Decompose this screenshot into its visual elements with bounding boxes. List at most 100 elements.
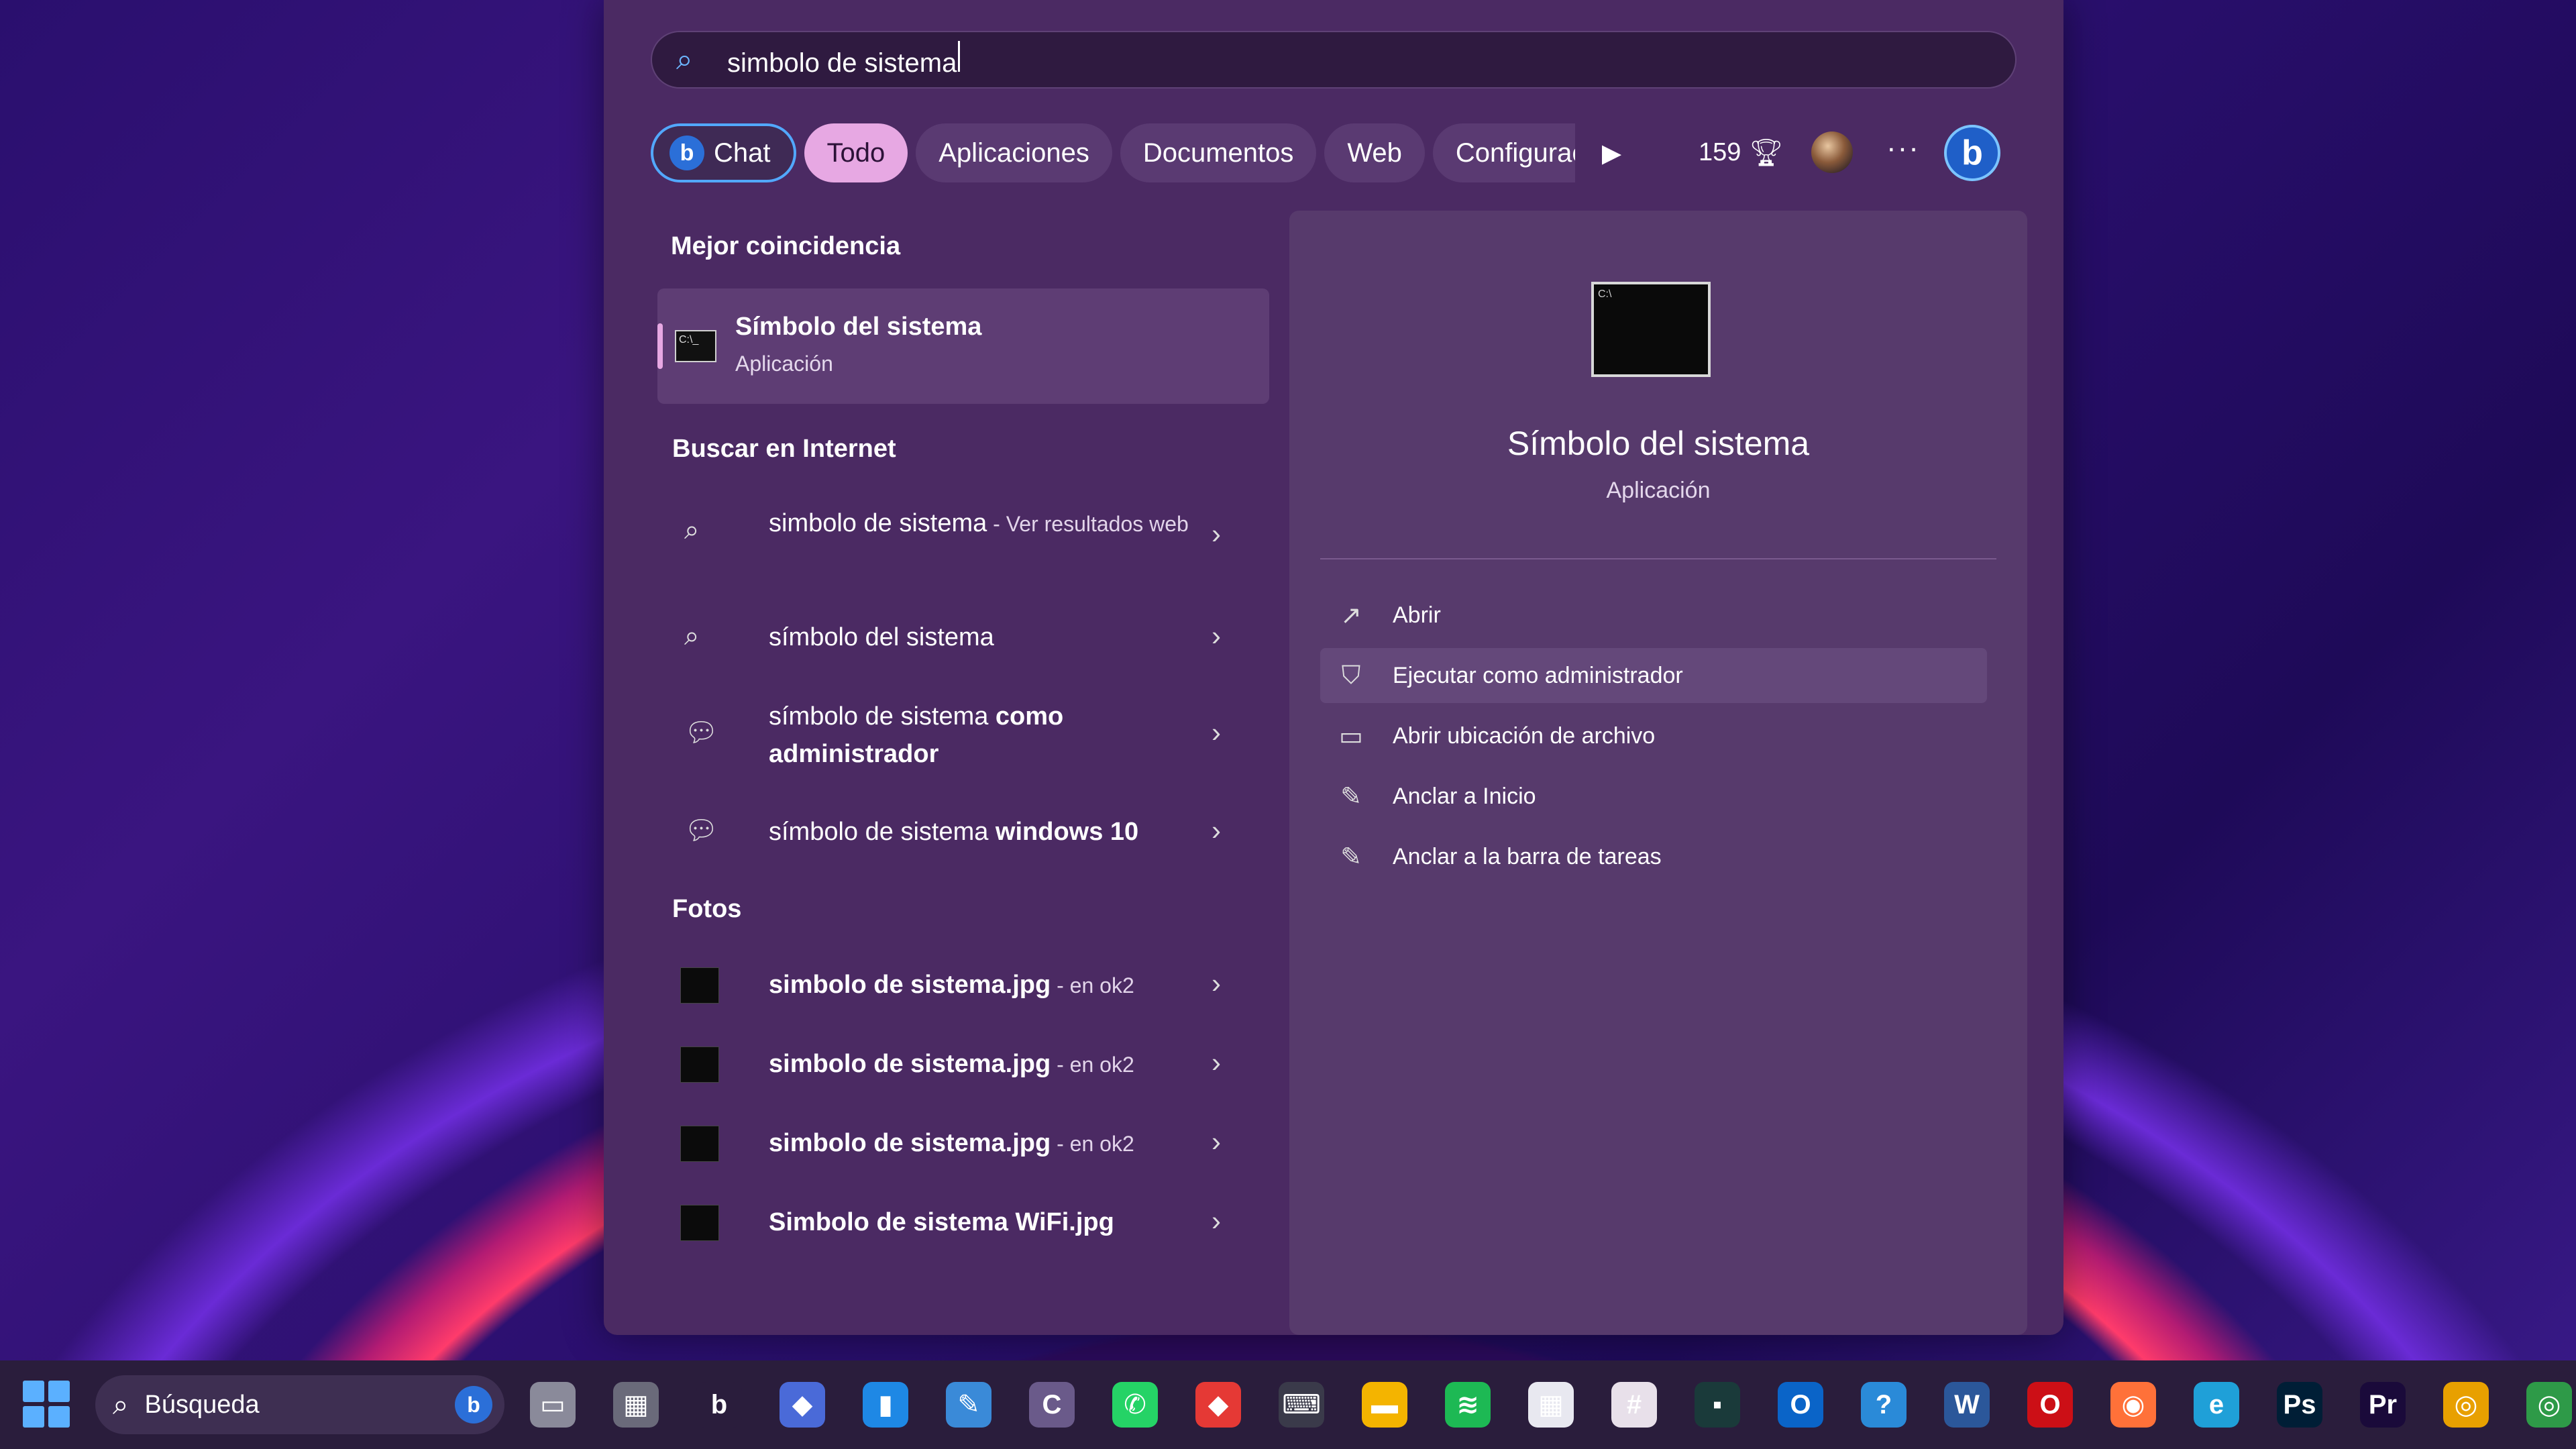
web-result-item[interactable]: ⌕ simbolo de sistema - Ver resultados we…: [671, 504, 1261, 578]
pin-icon: ✎: [1340, 782, 1362, 811]
tab-configuracion-label: Configurac: [1455, 138, 1575, 168]
tab-web[interactable]: Web: [1324, 123, 1425, 182]
spotify-icon[interactable]: ≋: [1445, 1382, 1491, 1428]
tab-chat-label: Chat: [714, 138, 771, 168]
taskbar: ⌕ Búsqueda b ▭ ▦ b ◆ ▮ ✎ C ✆ ◆ ⌨ ▬ ≋ ▦ # ▪ O? W O ◉ e Ps Pr ◎ ◎: [0, 1360, 2576, 1449]
photo-location: - en ok2: [1051, 1053, 1134, 1077]
opera-icon[interactable]: O: [2027, 1382, 2073, 1428]
more-options-icon[interactable]: ···: [1886, 131, 1920, 165]
action-pin-taskbar-label: Anclar a la barra de tareas: [1393, 843, 1662, 869]
action-open-file-location[interactable]: ▭ Abrir ubicación de archivo: [1320, 708, 1987, 763]
app-c-icon[interactable]: C: [1029, 1382, 1075, 1428]
photo-thumbnail: [680, 1046, 719, 1083]
search-icon: ⌕: [676, 43, 693, 76]
file-explorer-icon[interactable]: ▬: [1362, 1382, 1407, 1428]
chevron-right-icon: ›: [1212, 620, 1221, 651]
action-pin-taskbar[interactable]: ✎ Anclar a la barra de tareas: [1320, 829, 1987, 884]
windows-start-icon[interactable]: [23, 1381, 70, 1428]
slack-icon[interactable]: #: [1611, 1382, 1657, 1428]
anydesk-icon[interactable]: ◆: [1195, 1382, 1241, 1428]
start-search-panel: ⌕ simbolo de sistema b Chat Todo Aplicac…: [604, 0, 2063, 1335]
chevron-right-icon: ›: [1212, 1205, 1221, 1236]
calculator-icon[interactable]: ▦: [613, 1382, 659, 1428]
bing-icon: b: [669, 136, 704, 170]
best-match-item[interactable]: C:\_ Símbolo del sistema Aplicación: [657, 288, 1269, 404]
tab-aplicaciones-label: Aplicaciones: [938, 138, 1089, 168]
edge-icon[interactable]: e: [2194, 1382, 2239, 1428]
command-prompt-icon: C:\_: [675, 330, 716, 362]
photo-name: simbolo de sistema.jpg: [769, 971, 1051, 999]
word-icon[interactable]: W: [1944, 1382, 1990, 1428]
filter-tabs: b Chat Todo Aplicaciones Documentos Web …: [651, 122, 1621, 184]
rewards-points[interactable]: 159 🏆︎: [1699, 137, 1783, 168]
chevron-right-icon: ›: [1212, 518, 1221, 549]
photo-result-item[interactable]: Simbolo de sistema WiFi.jpg ›: [671, 1203, 1261, 1244]
photo-result-item[interactable]: simbolo de sistema.jpg - en ok2 ›: [671, 1045, 1261, 1085]
photo-thumbnail: [680, 1126, 719, 1162]
bing-chat-button[interactable]: b: [1944, 125, 2000, 181]
search-box[interactable]: ⌕ simbolo de sistema: [651, 31, 2017, 89]
web-result-item[interactable]: 💬︎ símbolo de sistema windows 10 ›: [671, 813, 1261, 853]
search-icon: ⌕: [684, 515, 700, 545]
action-open-file-location-label: Abrir ubicación de archivo: [1393, 722, 1656, 749]
tab-aplicaciones[interactable]: Aplicaciones: [916, 123, 1112, 182]
web-result-text: símbolo del sistema: [769, 623, 994, 651]
photo-location: - en ok2: [1051, 973, 1134, 998]
chrome-profile-icon[interactable]: ◎: [2526, 1382, 2572, 1428]
bing-icon[interactable]: b: [696, 1382, 742, 1428]
terminal-icon[interactable]: ▪: [1695, 1382, 1740, 1428]
folder-icon: ▭: [1339, 722, 1363, 751]
keyboard-icon[interactable]: ⌨: [1279, 1382, 1324, 1428]
photo-name: simbolo de sistema.jpg: [769, 1050, 1051, 1078]
best-match-subtitle: Aplicación: [735, 352, 833, 376]
photo-result-item[interactable]: simbolo de sistema.jpg - en ok2 ›: [671, 966, 1261, 1006]
web-result-item[interactable]: ⌕ símbolo del sistema ›: [671, 619, 1261, 659]
taskbar-search[interactable]: ⌕ Búsqueda b: [95, 1375, 504, 1434]
search-input[interactable]: simbolo de sistema: [727, 41, 1935, 78]
action-pin-start[interactable]: ✎ Anclar a Inicio: [1320, 769, 1987, 824]
selection-accent: [657, 323, 663, 369]
store-icon[interactable]: ▦: [1528, 1382, 1574, 1428]
command-prompt-large-icon: C:\: [1591, 282, 1711, 377]
chevron-right-icon: ›: [1212, 716, 1221, 748]
tab-configuracion[interactable]: Configurac: [1432, 123, 1575, 182]
bing-icon: b: [455, 1386, 492, 1424]
chat-bubble-icon: 💬︎: [684, 816, 718, 845]
tab-todo-label: Todo: [826, 138, 885, 168]
outlook-icon[interactable]: O: [1778, 1382, 1823, 1428]
tab-chat[interactable]: b Chat: [651, 123, 796, 182]
details-title: Símbolo del sistema: [1507, 425, 1810, 462]
scroll-tabs-right-icon[interactable]: ▶: [1602, 138, 1621, 168]
whatsapp-icon[interactable]: ✆: [1112, 1382, 1158, 1428]
chevron-right-icon: ›: [1212, 814, 1221, 846]
premiere-icon[interactable]: Pr: [2360, 1382, 2406, 1428]
action-open[interactable]: ↗ Abrir: [1320, 588, 1987, 643]
web-result-text: símbolo de sistema: [769, 818, 996, 846]
details-divider: [1320, 558, 1996, 559]
search-icon: ⌕: [684, 621, 700, 651]
help-icon[interactable]: ?: [1861, 1382, 1907, 1428]
user-avatar[interactable]: [1811, 131, 1853, 173]
paint-icon[interactable]: ✎: [946, 1382, 991, 1428]
copilot-icon[interactable]: ◆: [780, 1382, 825, 1428]
tab-documentos[interactable]: Documentos: [1120, 123, 1317, 182]
app-blue-icon[interactable]: ▮: [863, 1382, 908, 1428]
firefox-icon[interactable]: ◉: [2110, 1382, 2156, 1428]
details-subtitle: Aplicación: [1606, 478, 1711, 503]
chrome-icon[interactable]: ◎: [2443, 1382, 2489, 1428]
tab-todo[interactable]: Todo: [804, 123, 908, 182]
action-run-as-admin[interactable]: ⛉ Ejecutar como administrador: [1320, 648, 1987, 703]
photoshop-icon[interactable]: Ps: [2277, 1382, 2322, 1428]
tab-web-label: Web: [1347, 138, 1402, 168]
web-result-item[interactable]: 💬︎ símbolo de sistema como administrador…: [671, 698, 1261, 771]
action-open-label: Abrir: [1393, 602, 1441, 628]
web-result-bold: windows 10: [995, 818, 1139, 846]
best-match-heading: Mejor coincidencia: [671, 232, 901, 260]
task-view-icon[interactable]: ▭: [530, 1382, 576, 1428]
best-match-title: Símbolo del sistema: [735, 313, 982, 341]
search-icon: ⌕: [113, 1388, 129, 1420]
photo-result-item[interactable]: simbolo de sistema.jpg - en ok2 ›: [671, 1124, 1261, 1165]
chat-bubble-icon: 💬︎: [684, 718, 718, 747]
open-external-icon: ↗: [1340, 601, 1362, 630]
tab-documentos-label: Documentos: [1142, 138, 1294, 168]
